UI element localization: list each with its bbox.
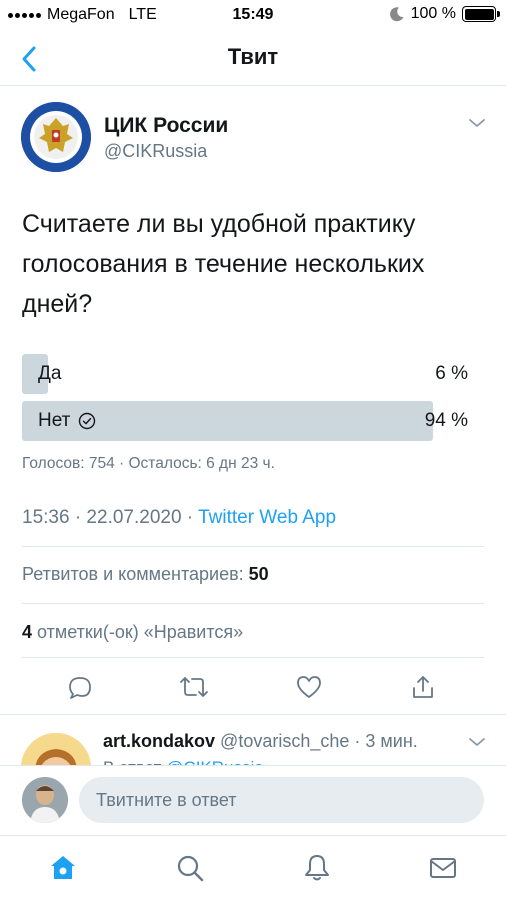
author-avatar[interactable] <box>21 102 91 172</box>
likes-stat[interactable]: 4 отметки(-ок) «Нравится» <box>22 622 243 643</box>
poll-option-label: Да <box>38 363 62 384</box>
home-icon <box>51 856 75 879</box>
status-right: 100 % <box>389 5 500 23</box>
tab-search[interactable] <box>172 850 208 886</box>
poll-option-yes: Да 6 % <box>22 354 472 394</box>
battery-percent: 100 % <box>410 5 456 22</box>
bottom-tab-bar <box>0 835 506 900</box>
retweets-label: Ретвитов и комментариев: <box>22 564 249 584</box>
messages-icon <box>430 858 456 878</box>
tweet-menu-button[interactable] <box>468 116 486 134</box>
cik-emblem-icon <box>21 102 91 172</box>
moon-icon <box>389 7 404 22</box>
reply-header: art.kondakov @tovarisch_che · 3 мин. <box>103 731 418 752</box>
user-avatar-icon <box>22 777 68 823</box>
poll-option-no: Нет 94 % <box>22 401 472 441</box>
author-handle[interactable]: @CIKRussia <box>104 141 207 162</box>
likes-count: 4 <box>22 622 33 642</box>
tab-messages[interactable] <box>425 850 461 886</box>
chevron-down-icon <box>469 119 485 127</box>
notifications-icon <box>305 855 329 881</box>
chevron-down-icon <box>469 738 485 746</box>
my-avatar[interactable] <box>22 777 68 823</box>
retweet-button[interactable] <box>174 667 214 707</box>
author-name[interactable]: ЦИК России <box>104 114 228 138</box>
poll-option-percent: 94 % <box>424 410 468 431</box>
poll-option-percent: 6 % <box>435 363 468 384</box>
like-button[interactable] <box>289 667 329 707</box>
divider <box>22 546 484 547</box>
share-icon <box>413 676 433 698</box>
tweet-timestamp: 15:36 · 22.07.2020 · Twitter Web App <box>22 507 336 529</box>
top-header: Твит <box>0 32 506 86</box>
tweet-source-link[interactable]: Twitter Web App <box>198 507 336 528</box>
reply-meta: @tovarisch_che · 3 мин. <box>215 731 418 751</box>
page-title: Твит <box>227 44 279 69</box>
reply-author-name[interactable]: art.kondakov <box>103 731 215 751</box>
comment-icon <box>69 677 91 699</box>
retweets-count: 50 <box>248 564 269 584</box>
poll: Да 6 % Нет 94 % <box>22 354 472 448</box>
retweet-icon <box>180 677 208 697</box>
reply-compose-input[interactable] <box>79 777 484 823</box>
poll-option-label: Нет <box>38 410 96 432</box>
search-icon <box>177 855 204 882</box>
comment-button[interactable] <box>60 667 100 707</box>
tab-home[interactable] <box>45 850 81 886</box>
retweets-stat[interactable]: Ретвитов и комментариев: 50 <box>22 564 269 585</box>
likes-label: отметки(-ок) «Нравится» <box>32 622 244 642</box>
tab-notifications[interactable] <box>299 850 335 886</box>
reply-menu-button[interactable] <box>468 735 486 753</box>
poll-meta: Голосов: 754 · Осталось: 6 дн 23 ч. <box>22 455 275 472</box>
tweet-text: Считаете ли вы удобной практику голосова… <box>22 210 425 318</box>
tweet-actions <box>0 667 506 717</box>
like-icon <box>297 676 321 698</box>
status-bar: MegaFon LTE 15:49 100 % <box>0 0 506 32</box>
divider <box>22 603 484 604</box>
check-circle-icon <box>79 412 96 430</box>
divider <box>22 657 484 658</box>
share-button[interactable] <box>403 667 443 707</box>
battery-icon <box>462 6 500 22</box>
tweet-time-text: 15:36 · 22.07.2020 · <box>22 507 199 528</box>
